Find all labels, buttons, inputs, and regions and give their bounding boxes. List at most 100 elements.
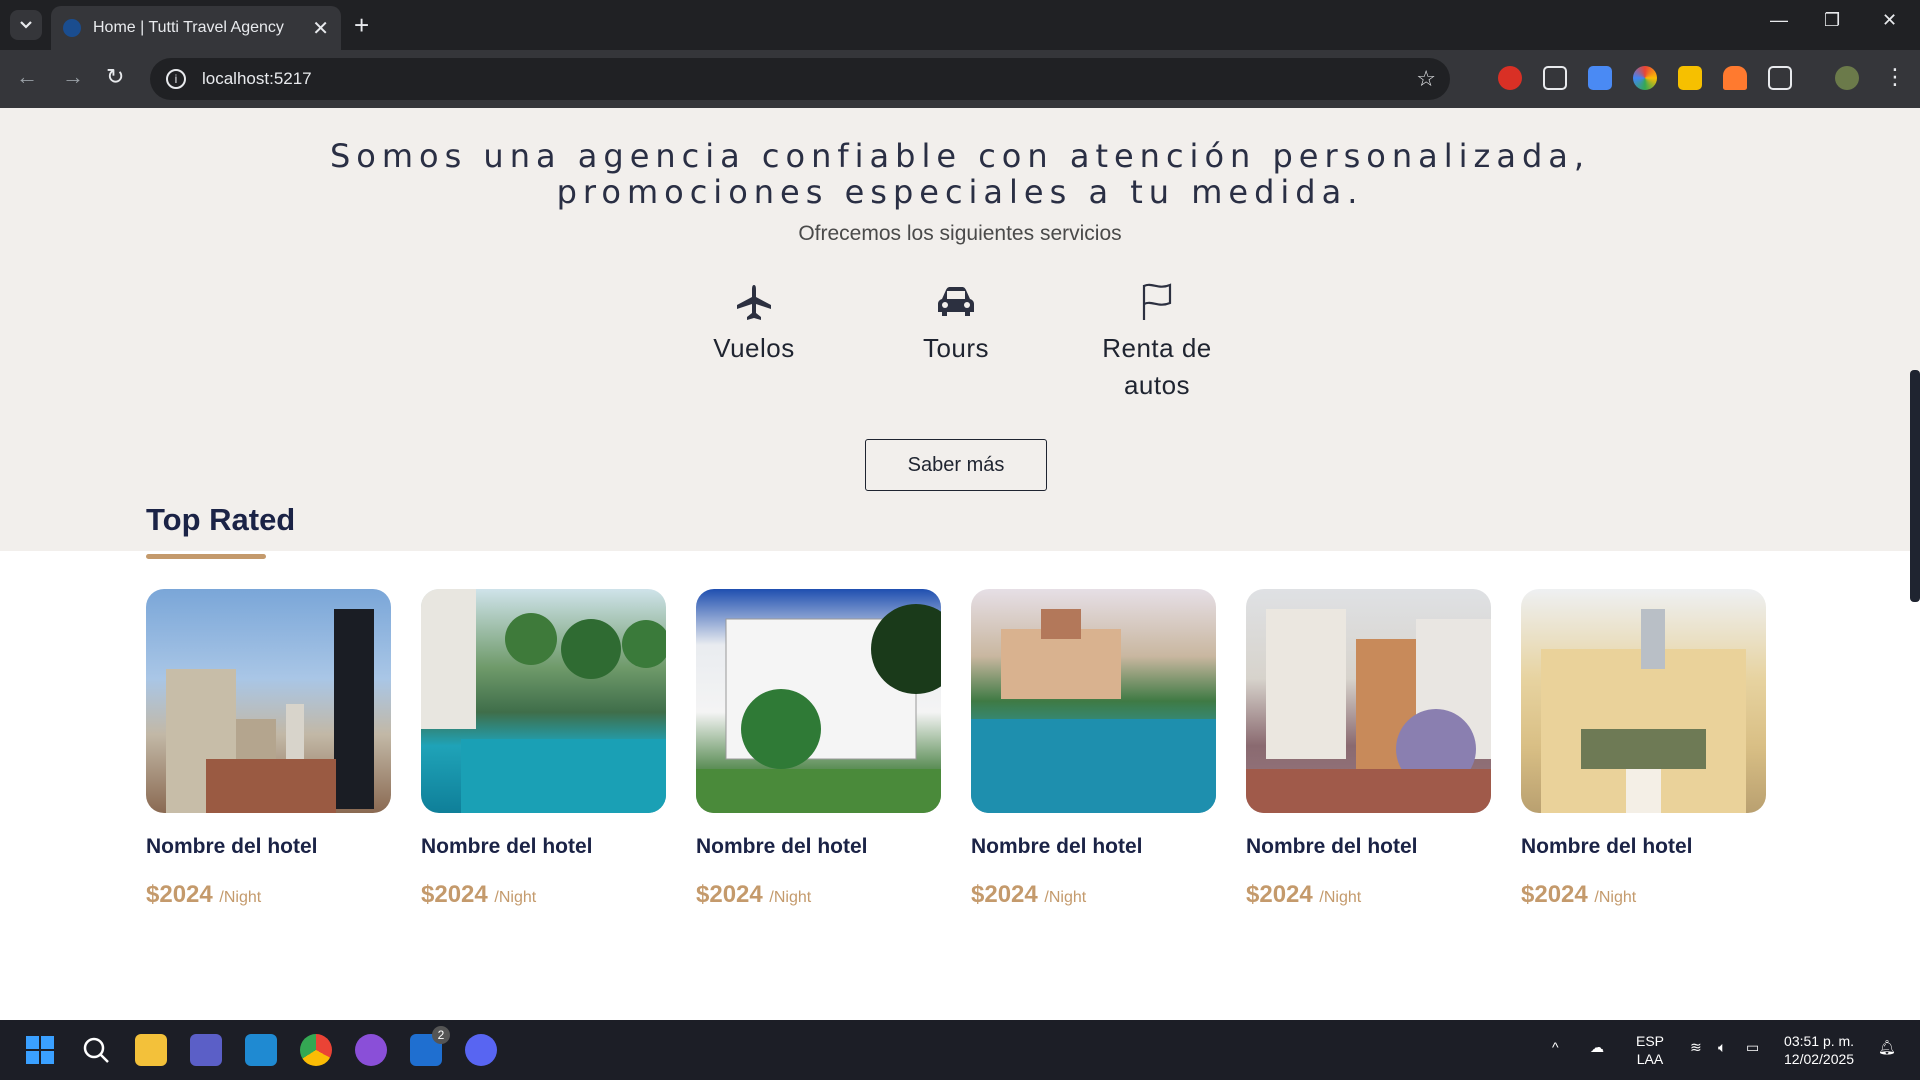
fox-extension-icon[interactable] <box>1723 66 1747 90</box>
service-label: Vuelos <box>713 333 795 363</box>
reload-icon[interactable]: ↻ <box>106 64 124 90</box>
clock[interactable]: 03:51 p. m. 12/02/2025 <box>1784 1032 1854 1068</box>
hotel-card[interactable]: Nombre del hotel $2024 /Night <box>421 589 666 909</box>
hotel-image[interactable] <box>1246 589 1491 813</box>
hotel-name: Nombre del hotel <box>1521 835 1693 858</box>
hotel-price: $2024 /Night <box>1246 881 1491 909</box>
adblock-icon[interactable] <box>1498 66 1522 90</box>
hotel-image[interactable] <box>1521 589 1766 813</box>
headline-line-2: promociones especiales a tu medida. <box>556 173 1364 211</box>
notification-badge: 2 <box>432 1026 450 1044</box>
hotel-price: $2024 /Night <box>421 881 666 909</box>
hotel-card[interactable]: Nombre del hotel $2024 /Night <box>146 589 391 909</box>
forward-icon[interactable]: → <box>62 64 84 90</box>
price-value: $2024 <box>971 881 1038 908</box>
search-icon[interactable] <box>80 1034 112 1066</box>
chevron-down-icon <box>20 21 32 29</box>
notifications-bell-icon[interactable]: 🔔︎ <box>1878 1038 1896 1056</box>
layout-code: LAA <box>1636 1051 1664 1067</box>
hotel-image[interactable] <box>971 589 1216 813</box>
ruler-extension-icon[interactable] <box>1678 66 1702 90</box>
extensions-puzzle-icon[interactable] <box>1768 66 1792 90</box>
tab-search-button[interactable] <box>10 10 42 40</box>
input-language[interactable]: ESP LAA <box>1636 1032 1664 1068</box>
browser-tabbar: Home | Tutti Travel Agency ✕ + — ❐ ✕ <box>0 0 1920 50</box>
address-bar[interactable]: i localhost:5217 ☆ <box>150 58 1450 100</box>
url-text: localhost:5217 <box>202 69 312 88</box>
browser-toolbar: ← → ↻ i localhost:5217 ☆ ⋮ <box>0 50 1920 108</box>
windows-start-icon[interactable] <box>24 1034 56 1066</box>
service-tours: Tours <box>876 280 1036 367</box>
hotel-name: Nombre del hotel <box>421 835 593 858</box>
discord-icon[interactable] <box>465 1034 497 1066</box>
onedrive-icon[interactable]: ☁ <box>1590 1038 1604 1056</box>
docs-extension-icon[interactable] <box>1588 66 1612 90</box>
hotel-name: Nombre del hotel <box>146 835 318 858</box>
service-renta-autos: Renta de autos <box>1077 280 1237 404</box>
flag-icon <box>1077 280 1237 324</box>
store-icon[interactable]: 2 <box>410 1026 450 1066</box>
hotel-name: Nombre del hotel <box>696 835 868 858</box>
price-unit: /Night <box>219 889 262 906</box>
hotel-image[interactable] <box>696 589 941 813</box>
hotel-image[interactable] <box>146 589 391 813</box>
hotel-card[interactable]: Nombre del hotel $2024 /Night <box>1246 589 1491 909</box>
price-unit: /Night <box>1319 889 1362 906</box>
minimize-icon[interactable]: — <box>1770 10 1788 31</box>
page-scrollbar[interactable] <box>1910 370 1920 602</box>
hotel-price: $2024 /Night <box>696 881 941 909</box>
page-viewport: Somos una agencia confiable con atención… <box>0 108 1920 1020</box>
site-info-icon[interactable]: i <box>166 69 186 89</box>
car-icon <box>876 280 1036 324</box>
clock-time: 03:51 p. m. <box>1784 1033 1855 1049</box>
volume-icon[interactable]: 🔈︎ <box>1718 1038 1726 1056</box>
services-headline: Somos una agencia confiable con atención… <box>0 138 1920 210</box>
services-section: Somos una agencia confiable con atención… <box>0 108 1920 551</box>
lang-code: ESP <box>1636 1033 1665 1049</box>
teams-icon[interactable] <box>190 1034 222 1066</box>
close-tab-icon[interactable]: ✕ <box>312 16 329 41</box>
price-value: $2024 <box>696 881 763 908</box>
file-explorer-icon[interactable] <box>135 1034 167 1066</box>
price-value: $2024 <box>421 881 488 908</box>
headline-line-1: Somos una agencia confiable con atención… <box>329 137 1591 175</box>
price-unit: /Night <box>1594 889 1637 906</box>
hotel-price: $2024 /Night <box>1521 881 1766 909</box>
back-icon[interactable]: ← <box>16 64 38 90</box>
windows-taskbar: 2 ^ ☁ ESP LAA ≋ 🔈︎ ▭ 03:51 p. m. 12/02/2… <box>0 1020 1920 1080</box>
wifi-icon[interactable]: ≋ <box>1690 1038 1702 1056</box>
active-tab[interactable]: Home | Tutti Travel Agency ✕ <box>51 6 341 50</box>
bookmark-star-icon[interactable]: ☆ <box>1416 66 1436 92</box>
hotel-name: Nombre del hotel <box>971 835 1143 858</box>
restore-icon[interactable]: ❐ <box>1824 10 1840 31</box>
plane-icon <box>674 280 834 324</box>
color-picker-icon[interactable] <box>1633 66 1657 90</box>
close-window-icon[interactable]: ✕ <box>1882 10 1897 31</box>
service-label: Tours <box>922 333 990 363</box>
top-rated-title: Top Rated <box>146 502 296 537</box>
saber-mas-button[interactable]: Saber más <box>865 439 1047 491</box>
price-value: $2024 <box>1246 881 1313 908</box>
service-vuelos: Vuelos <box>674 280 834 367</box>
battery-icon[interactable]: ▭ <box>1746 1038 1759 1056</box>
tab-title: Home | Tutti Travel Agency <box>93 19 284 36</box>
profile-avatar[interactable] <box>1835 66 1859 90</box>
favicon-icon <box>63 19 81 37</box>
new-tab-button[interactable]: + <box>354 10 369 40</box>
price-value: $2024 <box>1521 881 1588 908</box>
menu-kebab-icon[interactable]: ⋮ <box>1884 64 1906 90</box>
show-hidden-icons-icon[interactable]: ^ <box>1552 1038 1559 1056</box>
hotel-card[interactable]: Nombre del hotel $2024 /Night <box>971 589 1216 909</box>
hotel-price: $2024 /Night <box>146 881 391 909</box>
hotel-card[interactable]: Nombre del hotel $2024 /Night <box>696 589 941 909</box>
github-desktop-icon[interactable] <box>355 1034 387 1066</box>
price-value: $2024 <box>146 881 213 908</box>
price-unit: /Night <box>769 889 812 906</box>
hotel-image[interactable] <box>421 589 666 813</box>
hotel-price: $2024 /Night <box>971 881 1216 909</box>
hotel-card[interactable]: Nombre del hotel $2024 /Night <box>1521 589 1766 909</box>
picture-in-picture-icon[interactable] <box>1543 66 1567 90</box>
chrome-icon[interactable] <box>300 1034 332 1066</box>
vscode-icon[interactable] <box>245 1034 277 1066</box>
title-underline <box>146 554 266 559</box>
